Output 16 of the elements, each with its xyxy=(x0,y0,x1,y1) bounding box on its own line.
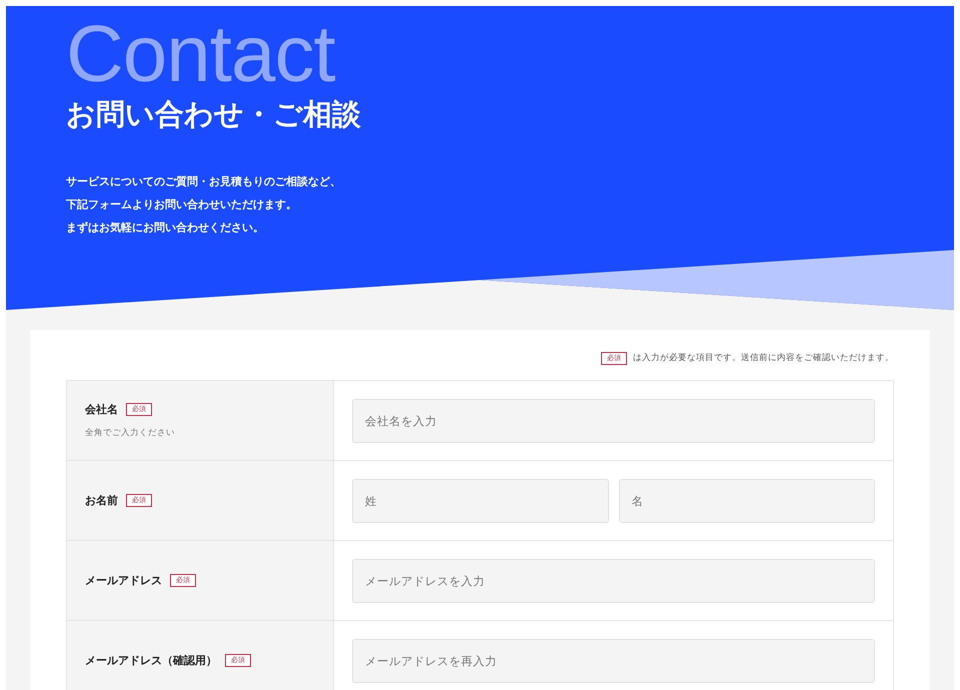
field-note: 全角でご入力ください xyxy=(85,427,176,439)
field-label: お名前 xyxy=(85,493,118,508)
field-label: メールアドレス xyxy=(85,573,162,588)
input-field[interactable]: 会社名を入力 xyxy=(352,398,875,442)
input-field[interactable]: メールアドレスを入力 xyxy=(352,558,875,602)
field-label: メールアドレス（確認用） xyxy=(85,653,217,668)
input-field[interactable]: 姓 xyxy=(352,478,608,522)
background-word: Contact xyxy=(66,14,335,94)
notice-text: は入力が必要な項目です。送信前に内容をご確認いただけます。 xyxy=(633,352,894,364)
lead-text: 下記フォームよりお問い合わせいただけます。 xyxy=(66,197,298,213)
page-title: お問い合わせ・ご相談 xyxy=(66,96,361,133)
input-field[interactable]: 名 xyxy=(618,478,875,522)
input-field[interactable]: メールアドレスを再入力 xyxy=(352,638,875,682)
lead-text: サービスについてのご質問・お見積もりのご相談など、 xyxy=(66,174,342,190)
lead-text: まずはお気軽にお問い合わせください。 xyxy=(66,220,265,236)
field-label: 会社名 xyxy=(85,402,118,417)
